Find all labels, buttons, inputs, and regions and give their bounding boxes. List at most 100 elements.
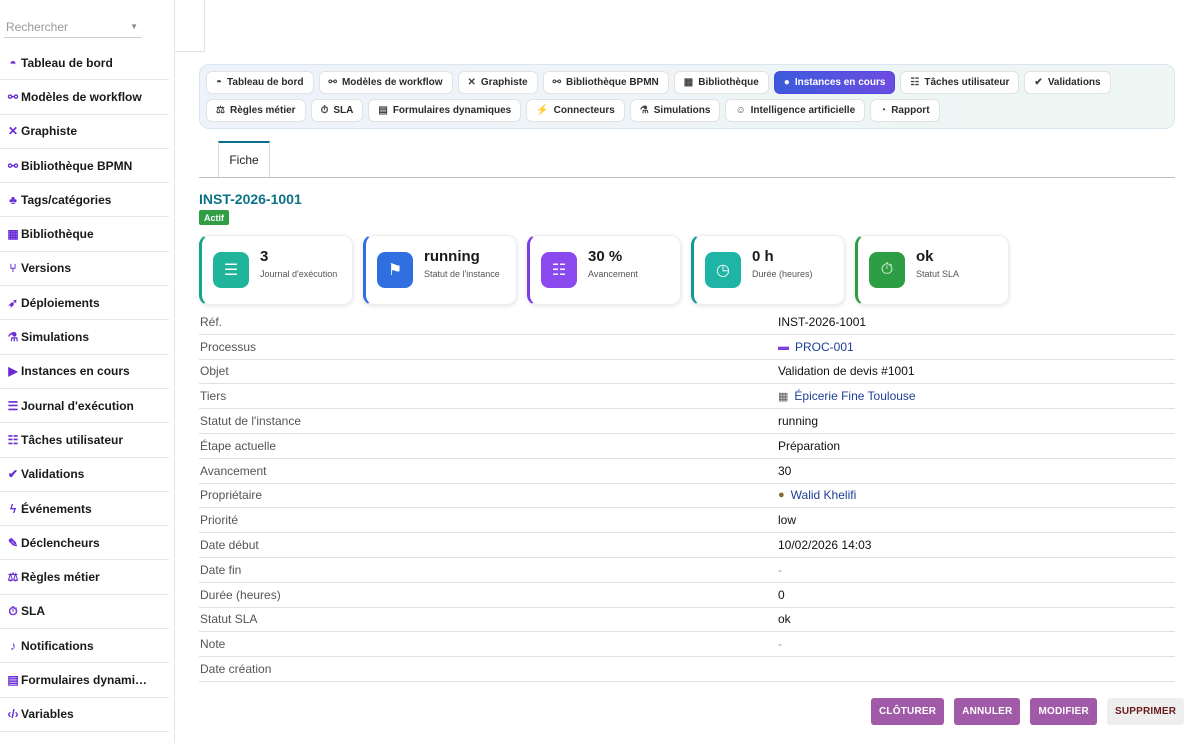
action-bar: CLÔTURER ANNULER MODIFIER SUPPRIMER — [871, 698, 1185, 725]
detail-value-text: INST-2026-1001 — [778, 314, 867, 329]
tab-label: Validations — [1047, 77, 1101, 88]
tab-fiche[interactable]: Fiche — [218, 141, 270, 177]
play-icon: ▶ — [8, 364, 18, 379]
tab-label: SLA — [333, 105, 354, 116]
tab-label: Bibliothèque — [698, 77, 759, 88]
sidebar-item-label: Modèles de workflow — [21, 89, 142, 104]
detail-row: Priorité low — [199, 508, 1175, 534]
tab-label: Tableau de bord — [227, 77, 304, 88]
detail-row: Date début 10/02/2026 14:03 — [199, 533, 1175, 558]
sidebar-item-label: Journal d'exécution — [21, 398, 134, 413]
tab-button[interactable]: ⚯ Bibliothèque BPMN — [542, 71, 669, 94]
sidebar-item[interactable]: ✔ Validations — [0, 458, 169, 492]
sidebar-item[interactable]: ⚯ Bibliothèque BPMN — [0, 149, 169, 184]
bell-icon: ♪ — [10, 638, 16, 653]
tab-label: Intelligence artificielle — [750, 105, 856, 116]
tab-button[interactable]: ▤ Formulaires dynamiques — [368, 99, 522, 122]
sidebar-item-label: Événements — [21, 501, 92, 516]
sidebar-item[interactable]: ⚯ Modèles de workflow — [0, 80, 169, 115]
sidebar-item[interactable]: ☷ Tâches utilisateur — [0, 423, 169, 458]
tab-button[interactable]: ⚗ Simulations — [629, 99, 721, 122]
tab-button[interactable]: ⚖ Règles métier — [206, 99, 306, 122]
detail-value[interactable]: ● Walid Khelifi — [778, 488, 856, 502]
sidebar-item[interactable]: ϟ Événements — [0, 492, 169, 527]
detail-label: Tiers — [200, 389, 227, 404]
sidebar-item[interactable]: ▦ Bibliothèque — [0, 217, 169, 252]
tab-button[interactable]: ☷ Tâches utilisateur — [900, 71, 1020, 94]
kpi-value: 0 h — [752, 248, 774, 265]
sidebar-item-label: Bibliothèque — [21, 227, 94, 242]
kpi-label: Durée (heures) — [752, 269, 813, 279]
building-icon: ▦ — [778, 390, 789, 403]
detail-value-text: 10/02/2026 14:03 — [778, 538, 872, 553]
detail-value: Validation de devis #1001 — [778, 364, 915, 378]
delete-button[interactable]: SUPPRIMER — [1106, 698, 1185, 725]
tab-button[interactable]: ⏱ SLA — [310, 99, 364, 122]
tab-label: Tâches utilisateur — [924, 77, 1010, 88]
tab-button[interactable]: ☺ Intelligence artificielle — [725, 99, 866, 122]
tabs-row-2: ⚖ Règles métier ⏱ SLA ▤ Formulaires dynamique… — [206, 99, 940, 122]
detail-value-text: Épicerie Fine Toulouse — [794, 389, 916, 404]
tab-label: Règles métier — [229, 105, 296, 116]
tab-button[interactable]: ▦ Bibliothèque — [673, 71, 769, 94]
sidebar-item[interactable]: ♣ Tags/catégories — [0, 183, 169, 218]
detail-value-text: low — [778, 513, 797, 528]
edit-button[interactable]: MODIFIER — [1030, 698, 1097, 725]
detail-value: running — [778, 414, 818, 428]
detail-row: Date fin - — [199, 558, 1175, 583]
sidebar-item[interactable]: ⚖ Règles métier — [0, 560, 169, 595]
chevron-down-icon[interactable]: ▼ — [130, 22, 138, 31]
detail-label: Avancement — [200, 463, 267, 478]
detail-value-text: running — [778, 414, 819, 429]
sidebar-item[interactable]: ⚗ Simulations — [0, 320, 169, 355]
detail-label: Priorité — [200, 513, 239, 528]
detail-label: Statut de l'instance — [200, 414, 302, 429]
detail-value[interactable]: ▬ PROC-001 — [778, 340, 854, 354]
sidebar-item-label: Notifications — [21, 638, 94, 653]
sidebar-item-label: Validations — [21, 467, 85, 482]
scale-icon: ⚖ — [7, 570, 19, 585]
tab-label: Instances en cours — [794, 77, 886, 88]
tab-button[interactable]: ◔ Rapport — [870, 99, 940, 122]
sidebar-item[interactable]: ⏱ SLA — [0, 595, 169, 630]
detail-row: Note - — [199, 632, 1175, 658]
sidebar-item-label: Versions — [21, 261, 72, 276]
log-icon: ☰ — [7, 398, 19, 413]
sidebar-item[interactable]: ▶ Instances en cours — [0, 355, 169, 389]
sidebar-item[interactable]: ✕ Graphiste — [0, 115, 169, 149]
flask-icon: ⚗ — [639, 105, 649, 116]
sidebar-item[interactable]: ✎ Déclencheurs — [0, 526, 169, 561]
sidebar-item-label: Simulations — [21, 330, 90, 345]
tab-button[interactable]: ✕ Graphiste — [457, 71, 538, 94]
sidebar-item-label: Tags/catégories — [21, 192, 112, 207]
tab-button[interactable]: ⚯ Modèles de workflow — [318, 71, 453, 94]
sidebar-item[interactable]: ‹/› Variables — [0, 698, 169, 732]
tab-button[interactable]: ✔ Validations — [1024, 71, 1111, 94]
process-icon: ▬ — [778, 340, 789, 353]
detail-label: Durée (heures) — [200, 587, 281, 602]
timer-icon: ⏱ — [8, 603, 18, 618]
timer-icon: ⏱ — [320, 105, 329, 116]
sidebar-item[interactable]: ⑂ Versions — [0, 252, 169, 287]
kpi-card: ⚑ running Statut de l'instance — [363, 235, 517, 305]
sidebar-item[interactable]: ◓ Tableau de bord — [0, 46, 169, 81]
close-button[interactable]: CLÔTURER — [871, 698, 945, 725]
detail-row: Avancement 30 — [199, 459, 1175, 484]
sidebar-item[interactable]: ☰ Journal d'exécution — [0, 389, 169, 424]
detail-value[interactable]: ▦ Épicerie Fine Toulouse — [778, 389, 916, 403]
tasks-icon: ☷ — [910, 77, 920, 88]
sidebar-item[interactable]: ♪ Notifications — [0, 629, 169, 664]
flask-icon: ⚗ — [7, 330, 19, 345]
tab-button[interactable]: ⚡ Connecteurs — [526, 99, 625, 122]
detail-value: ok — [778, 612, 791, 626]
kpi-label: Statut SLA — [916, 269, 960, 279]
tab-button[interactable]: ◓ Tableau de bord — [206, 71, 314, 94]
tab-button[interactable]: ● Instances en cours — [773, 71, 896, 94]
workflow-icon: ⚯ — [328, 77, 337, 88]
kpi-value: ok — [916, 248, 934, 265]
cancel-button[interactable]: ANNULER — [954, 698, 1021, 725]
sidebar-item[interactable]: ➶ Déploiements — [0, 286, 169, 321]
search-select[interactable]: Rechercher ▼ — [4, 17, 142, 38]
sidebar-item[interactable]: ▤ Formulaires dynami… — [0, 663, 169, 698]
detail-value: - — [778, 563, 782, 577]
